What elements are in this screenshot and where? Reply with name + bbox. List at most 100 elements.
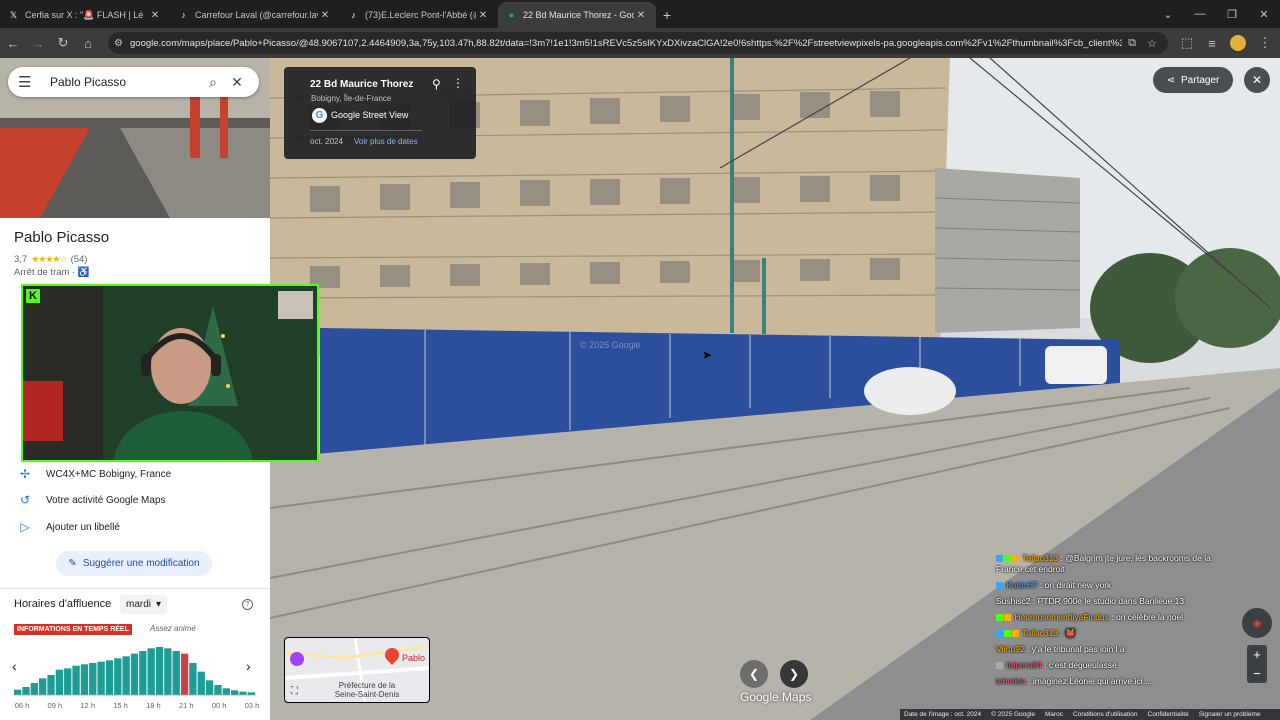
install-app-icon[interactable]: ⧉ bbox=[1122, 37, 1142, 50]
layers-icon[interactable] bbox=[290, 652, 304, 666]
busyness-bar[interactable] bbox=[189, 663, 197, 695]
close-tab-icon[interactable]: ✕ bbox=[634, 10, 648, 21]
suggest-edit-button[interactable]: ✎ Suggérer une modification bbox=[56, 551, 212, 576]
capture-date: oct. 2024 bbox=[310, 137, 343, 146]
previous-image-button[interactable]: ❮ bbox=[740, 660, 768, 688]
busyness-bar[interactable] bbox=[72, 665, 80, 695]
more-options-icon[interactable]: ⋮ bbox=[452, 76, 464, 90]
bookmark-star-icon[interactable]: ☆ bbox=[1142, 37, 1162, 50]
share-button[interactable]: ⋖ Partager bbox=[1153, 67, 1233, 93]
chat-username: felpera94 bbox=[1006, 660, 1042, 670]
address-bar[interactable]: ⚙ google.com/maps/place/Pablo+Picasso/@4… bbox=[108, 32, 1168, 54]
busyness-bar[interactable] bbox=[172, 651, 180, 695]
street-view-panorama[interactable]: © 2025 Google 22 Bd Maurice Thorez Bobig… bbox=[270, 58, 1280, 720]
kick-logo-icon: K bbox=[26, 289, 40, 303]
tab-search-icon[interactable]: ⌄ bbox=[1152, 0, 1184, 28]
location-pin-icon[interactable]: ⚲ bbox=[432, 77, 441, 91]
busyness-bar[interactable] bbox=[130, 653, 139, 695]
zoom-out-button[interactable]: − bbox=[1247, 664, 1267, 683]
reading-list-icon[interactable]: ≡ bbox=[1200, 31, 1224, 55]
live-busyness-bar[interactable] bbox=[180, 653, 189, 695]
close-tab-icon[interactable]: ✕ bbox=[476, 10, 490, 21]
footer-report-link[interactable]: Signaler un problème bbox=[1199, 711, 1261, 718]
review-count[interactable]: (54) bbox=[71, 254, 88, 265]
footer-terms-link[interactable]: Conditions d'utilisation bbox=[1073, 711, 1137, 718]
next-image-button[interactable]: ❯ bbox=[780, 660, 808, 688]
home-icon[interactable]: ⌂ bbox=[76, 31, 100, 55]
chat-username: Kaido67 bbox=[1006, 580, 1038, 590]
url-text[interactable]: google.com/maps/place/Pablo+Picasso/@48.… bbox=[130, 38, 1122, 49]
busyness-bar[interactable] bbox=[239, 691, 247, 695]
profile-avatar[interactable] bbox=[1230, 35, 1246, 51]
minimap[interactable]: Pablo Préfecture de la Seine-Saint-Denis… bbox=[284, 637, 430, 703]
busyness-bar[interactable] bbox=[222, 688, 230, 695]
search-box[interactable]: ☰ Pablo Picasso ⌕ ✕ bbox=[8, 67, 259, 97]
busyness-bar[interactable] bbox=[205, 680, 214, 695]
busyness-bar[interactable] bbox=[164, 648, 172, 695]
zoom-in-button[interactable]: + bbox=[1247, 645, 1267, 664]
forward-icon[interactable]: → bbox=[26, 31, 50, 55]
extensions-icon[interactable]: ⬚ bbox=[1175, 31, 1199, 55]
see-more-dates-link[interactable]: Voir plus de dates bbox=[354, 137, 418, 146]
history-icon: ↺ bbox=[19, 493, 31, 507]
chat-message: tchmktn : imaginez Léonie qui arrive ici… bbox=[996, 676, 1152, 686]
busyness-bar[interactable] bbox=[30, 683, 39, 695]
search-icon[interactable]: ⌕ bbox=[201, 74, 225, 91]
close-tab-icon[interactable]: ✕ bbox=[318, 10, 332, 21]
close-window-icon[interactable]: ✕ bbox=[1248, 0, 1280, 28]
busyness-bar[interactable] bbox=[64, 668, 72, 695]
star-rating-icon: ★★★★☆ bbox=[31, 254, 67, 264]
busyness-bar[interactable] bbox=[14, 689, 22, 695]
browser-tab[interactable]: ♪ (73)E.Leclerc Pont-l'Abbé (@lec ✕ bbox=[340, 2, 498, 28]
day-select[interactable]: mardi ▾ bbox=[120, 595, 168, 614]
minimize-icon[interactable]: — bbox=[1184, 0, 1216, 28]
place-photo[interactable]: ☰ Pablo Picasso ⌕ ✕ bbox=[0, 58, 270, 218]
chat-text: on dirait new york bbox=[1044, 580, 1112, 590]
busyness-bar[interactable] bbox=[147, 648, 155, 695]
busyness-bar[interactable] bbox=[214, 685, 222, 695]
browser-tab-active[interactable]: ● 22 Bd Maurice Thorez - Google ✕ bbox=[498, 2, 656, 28]
busyness-bar[interactable] bbox=[47, 675, 55, 695]
live-busyness-note: Assez animé bbox=[150, 624, 196, 633]
back-icon[interactable]: ← bbox=[1, 31, 25, 55]
busyness-bar[interactable] bbox=[39, 678, 47, 695]
compass-icon[interactable]: ◈ bbox=[1242, 608, 1272, 638]
expand-map-icon[interactable]: ⛶ bbox=[291, 686, 298, 697]
busyness-bar[interactable] bbox=[105, 660, 114, 695]
help-icon[interactable]: ? bbox=[242, 599, 253, 610]
busyness-bar[interactable] bbox=[122, 656, 130, 695]
restore-icon[interactable]: ❐ bbox=[1216, 0, 1248, 28]
busyness-bar[interactable] bbox=[22, 687, 30, 695]
busyness-bar[interactable] bbox=[55, 669, 64, 695]
busyness-bar[interactable] bbox=[139, 651, 147, 695]
busyness-bar[interactable] bbox=[155, 647, 164, 695]
reload-icon[interactable]: ↻ bbox=[51, 31, 75, 55]
maps-pin-icon: ● bbox=[508, 10, 515, 20]
close-tab-icon[interactable]: ✕ bbox=[148, 10, 162, 21]
busyness-bar[interactable] bbox=[197, 671, 205, 695]
search-input[interactable]: Pablo Picasso bbox=[50, 75, 201, 89]
hamburger-menu-icon[interactable]: ☰ bbox=[18, 73, 36, 91]
add-label-row[interactable]: ▷ Ajouter un libellé bbox=[14, 520, 120, 534]
tiktok-icon: ♪ bbox=[181, 10, 186, 20]
busyness-bar[interactable] bbox=[89, 663, 97, 695]
plus-code-row[interactable]: ✢ WC4X+MC Bobigny, France bbox=[14, 467, 171, 481]
rating-row[interactable]: 3,7 ★★★★☆ (54) bbox=[14, 254, 87, 265]
new-tab-button[interactable]: + bbox=[656, 2, 678, 28]
clear-search-icon[interactable]: ✕ bbox=[225, 74, 249, 91]
busyness-bar[interactable] bbox=[97, 661, 105, 695]
site-info-icon[interactable]: ⚙ bbox=[114, 38, 130, 49]
busyness-bar[interactable] bbox=[230, 690, 239, 695]
browser-tab[interactable]: ♪ Carrefour Laval (@carrefour.lav ✕ bbox=[170, 2, 340, 28]
chat-text: PTDR 900e le studio dans Banlieue 13 bbox=[1037, 596, 1185, 606]
activity-row[interactable]: ↺ Votre activité Google Maps bbox=[14, 493, 166, 507]
busyness-bar[interactable] bbox=[80, 664, 89, 695]
footer-privacy-link[interactable]: Confidentialité bbox=[1148, 711, 1189, 718]
menu-kebab-icon[interactable]: ⋮ bbox=[1253, 31, 1277, 55]
busyness-bar[interactable] bbox=[247, 692, 255, 695]
footer-region[interactable]: Maroc bbox=[1045, 711, 1063, 718]
browser-tab[interactable]: 𝕏 Cerfia sur X : "🚨 FLASH | Lé ✕ bbox=[0, 2, 170, 28]
busyness-bar[interactable] bbox=[114, 658, 122, 695]
x-logo-icon: 𝕏 bbox=[9, 9, 18, 20]
close-street-view-button[interactable]: ✕ bbox=[1244, 67, 1270, 93]
